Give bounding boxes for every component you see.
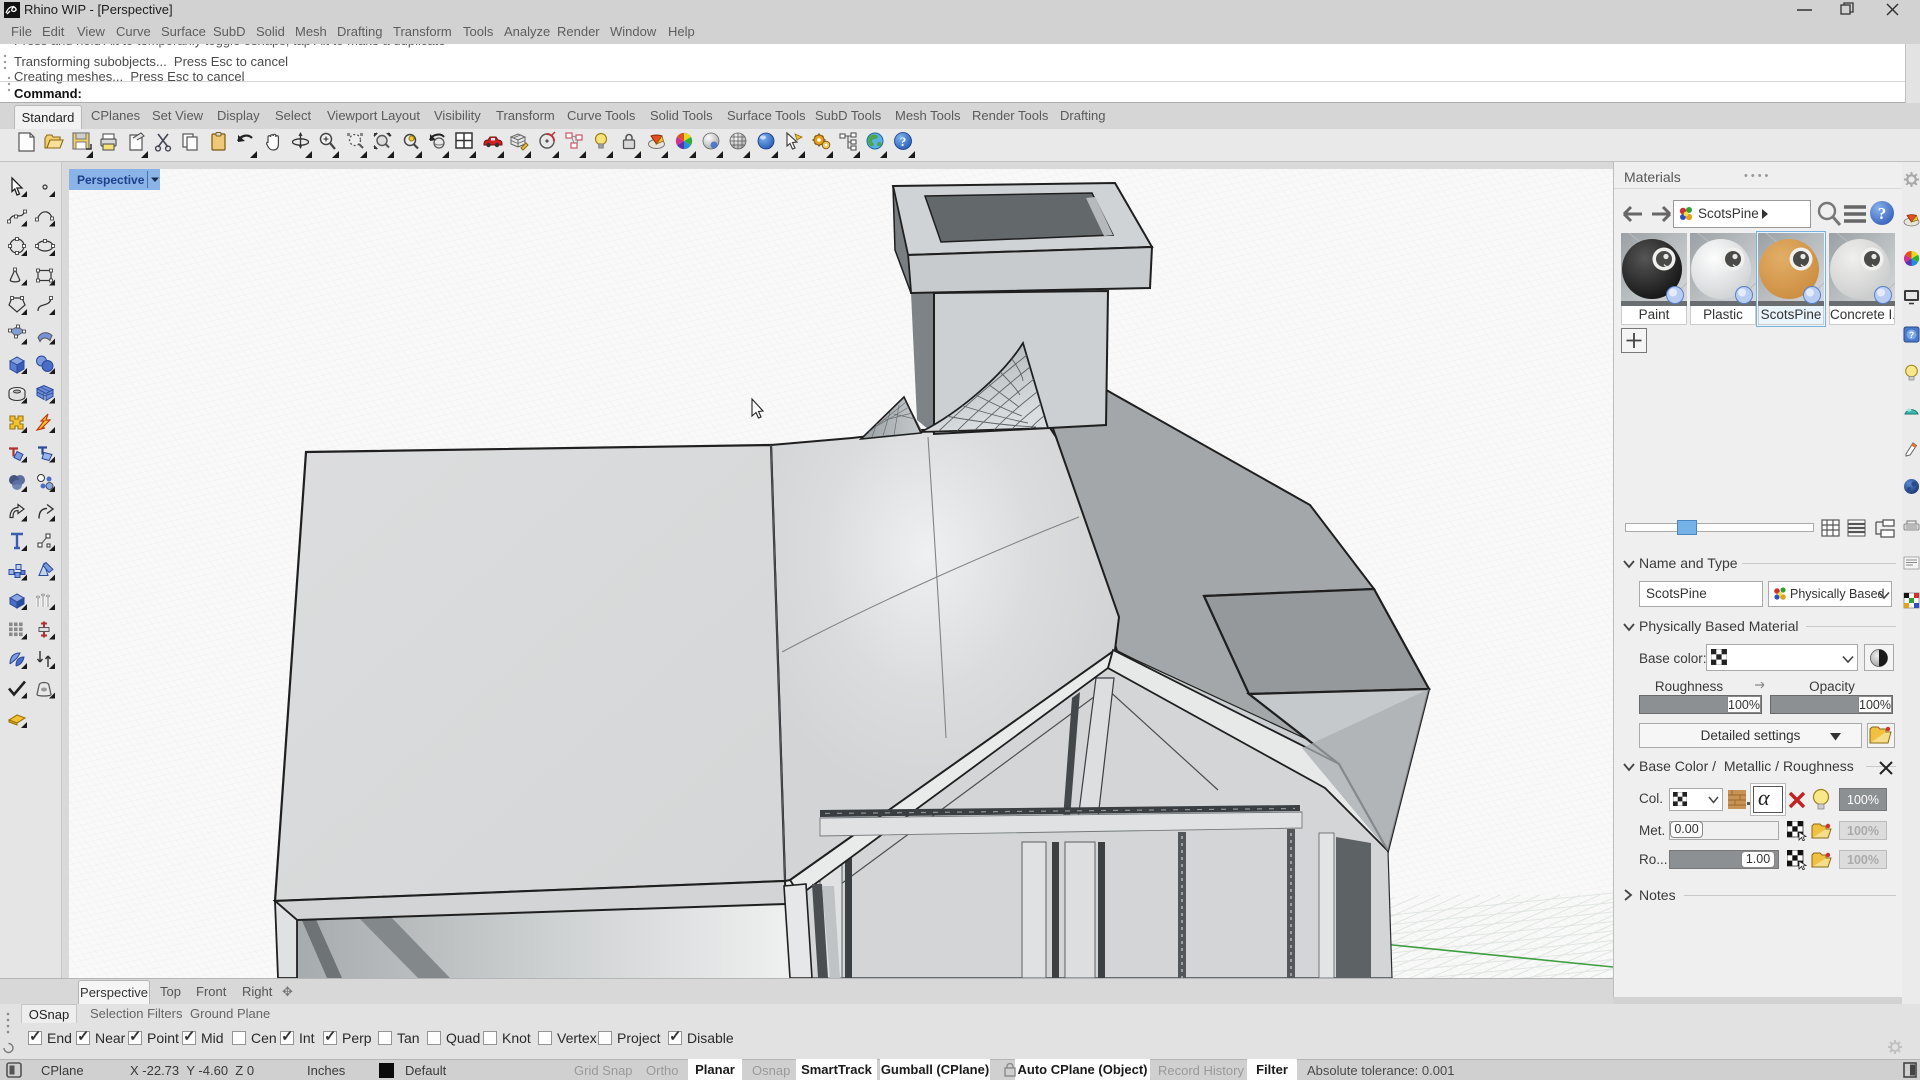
svg-text:?: ?: [1878, 204, 1887, 223]
svg-text:?: ?: [1909, 330, 1915, 340]
svg-text:?: ?: [900, 134, 907, 149]
